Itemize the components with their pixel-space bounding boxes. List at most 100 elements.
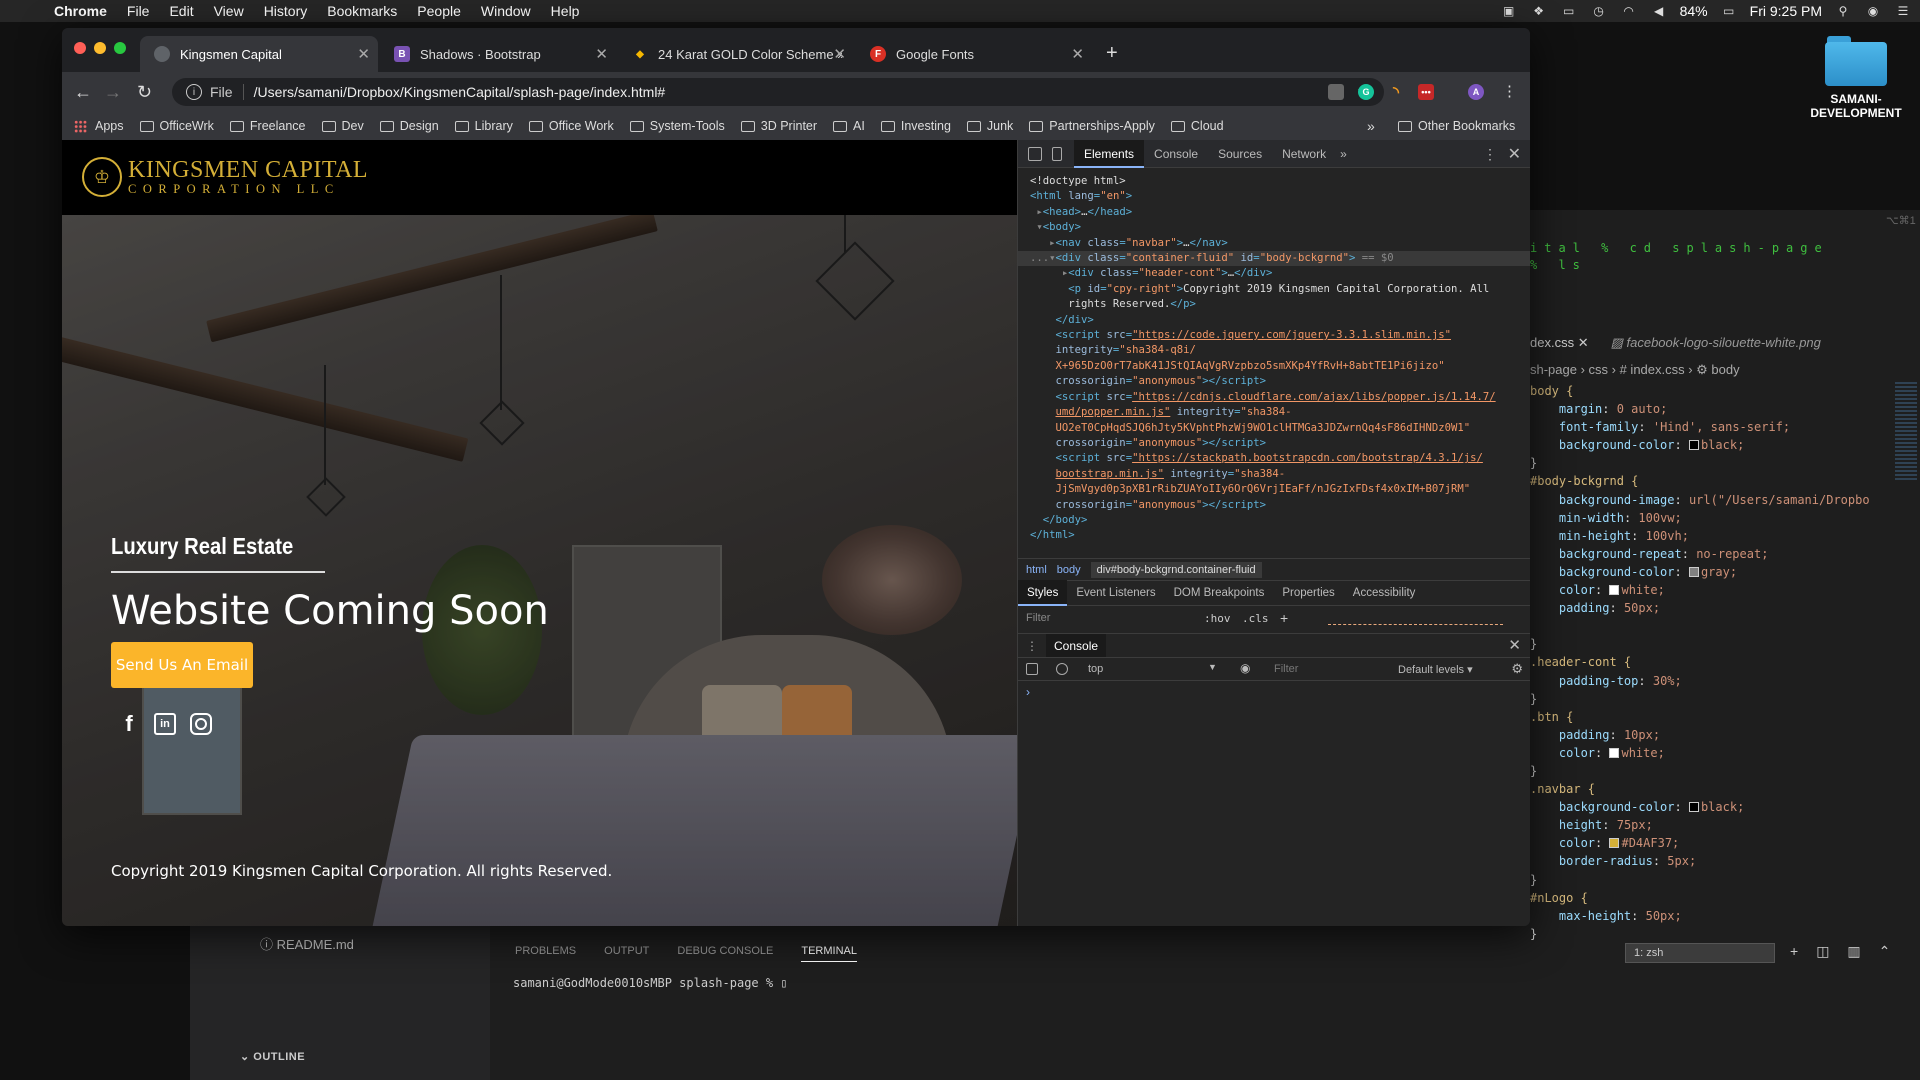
bookmark-folder[interactable]: System-Tools (629, 119, 725, 133)
tab-sources[interactable]: Sources (1208, 140, 1272, 168)
tab-accessibility[interactable]: Accessibility (1344, 580, 1425, 606)
bookmarks-overflow-icon[interactable]: » (1367, 118, 1375, 134)
close-tab-icon[interactable]: ✕ (833, 45, 846, 63)
log-levels-select[interactable]: Default levels ▾ (1398, 663, 1473, 676)
facebook-icon[interactable]: f (118, 711, 140, 736)
terminal-prompt[interactable]: samani@GodMode0010sMBP splash-page % ▯ (513, 976, 788, 990)
address-bar[interactable]: i File /Users/samani/Dropbox/KingsmenCap… (172, 78, 1384, 106)
bookmark-folder[interactable]: Office Work (528, 119, 614, 133)
new-terminal-icon[interactable]: + (1790, 943, 1798, 960)
tab-output[interactable]: OUTPUT (604, 945, 649, 962)
menu-file[interactable]: File (117, 0, 160, 22)
color-swatch[interactable] (1609, 747, 1620, 758)
close-tab-icon[interactable]: ✕ (595, 45, 608, 63)
color-swatch[interactable] (1688, 802, 1699, 813)
clock[interactable]: Fri 9:25 PM (1750, 3, 1822, 19)
more-tabs-icon[interactable]: » (1340, 147, 1347, 161)
tab-kingsmen[interactable]: Kingsmen Capital ✕ (140, 36, 378, 72)
chrome-menu-icon[interactable]: ⋮ (1502, 82, 1517, 102)
tab-debug-console[interactable]: DEBUG CONSOLE (677, 945, 773, 962)
file-readme[interactable]: ⓘ README.md (260, 934, 354, 953)
gear-icon[interactable]: ⚙ (1511, 661, 1523, 677)
menu-bookmarks[interactable]: Bookmarks (317, 0, 407, 22)
site-logo[interactable]: ♔ KINGSMEN CAPITAL CORPORATION LLC (82, 157, 368, 197)
extension-icon[interactable] (1328, 84, 1344, 100)
notification-center-icon[interactable]: ☰ (1894, 4, 1912, 18)
zoom-window-button[interactable] (114, 42, 126, 54)
send-email-button[interactable]: Send Us An Email (111, 642, 253, 688)
tab-google-fonts[interactable]: F Google Fonts ✕ (856, 36, 1092, 72)
bookmark-folder[interactable]: 3D Printer (740, 119, 817, 133)
menu-window[interactable]: Window (471, 0, 541, 22)
volume-icon[interactable]: ◀ (1650, 4, 1668, 18)
crumb-body[interactable]: body (1057, 564, 1081, 576)
forward-arrow-icon[interactable]: → (104, 82, 122, 102)
clear-console-icon[interactable] (1056, 663, 1068, 675)
minimize-window-button[interactable] (94, 42, 106, 54)
color-swatch[interactable] (1688, 566, 1699, 577)
trash-icon[interactable]: ▥ (1847, 943, 1860, 960)
close-tab-icon[interactable]: ✕ (357, 45, 370, 63)
hov-toggle[interactable]: :hov (1204, 612, 1231, 625)
menu-app-name[interactable]: Chrome (44, 0, 117, 22)
editor-tab-inactive[interactable]: ▨ facebook-logo-silouette-white.png (1611, 335, 1821, 351)
tab-network[interactable]: Network (1272, 140, 1336, 168)
airplay-icon[interactable]: ▭ (1560, 4, 1578, 18)
spotlight-search-icon[interactable]: ⚲ (1834, 4, 1852, 18)
back-arrow-icon[interactable]: ← (74, 82, 92, 102)
tab-event-listeners[interactable]: Event Listeners (1067, 580, 1164, 606)
tab-properties[interactable]: Properties (1273, 580, 1343, 606)
menu-history[interactable]: History (254, 0, 318, 22)
close-drawer-icon[interactable]: ✕ (1508, 636, 1521, 654)
lastpass-icon[interactable]: ••• (1418, 84, 1434, 100)
close-tab-icon[interactable]: ✕ (1071, 45, 1084, 63)
styles-filter-input[interactable]: Filter (1026, 612, 1050, 624)
rss-icon[interactable]: ◝ (1388, 84, 1404, 101)
outline-section[interactable]: ⌄ OUTLINE (240, 1050, 305, 1063)
close-window-button[interactable] (74, 42, 86, 54)
menu-help[interactable]: Help (541, 0, 590, 22)
console-filter-input[interactable]: Filter (1274, 663, 1298, 675)
close-devtools-icon[interactable]: ✕ (1508, 144, 1521, 164)
crumb-div[interactable]: div#body-bckgrnd.container-fluid (1090, 561, 1262, 578)
tab-elements[interactable]: Elements (1074, 139, 1145, 168)
drawer-menu-icon[interactable]: ⋮ (1026, 639, 1038, 653)
tab-problems[interactable]: PROBLEMS (515, 945, 576, 962)
status-app-icon[interactable]: ▣ (1500, 4, 1518, 18)
color-swatch[interactable] (1688, 440, 1699, 451)
device-toolbar-icon[interactable] (1052, 146, 1062, 161)
split-terminal-icon[interactable]: ◫ (1816, 943, 1829, 960)
css-code-editor[interactable]: body { margin: 0 auto; font-family: 'Hin… (1530, 382, 1890, 943)
grammarly-icon[interactable]: G (1358, 84, 1374, 100)
tab-terminal[interactable]: TERMINAL (801, 945, 857, 962)
bookmark-folder[interactable]: Design (379, 119, 439, 133)
wifi-icon[interactable]: ◠ (1620, 4, 1638, 18)
new-style-rule-icon[interactable]: + (1280, 610, 1288, 626)
chevron-up-icon[interactable]: ⌃ (1879, 943, 1891, 960)
battery-percent[interactable]: 84% (1680, 3, 1708, 19)
reload-icon[interactable]: ↻ (137, 82, 152, 102)
bookmark-folder[interactable]: Junk (966, 119, 1013, 133)
bookmark-folder[interactable]: Freelance (229, 119, 306, 133)
live-expression-icon[interactable]: ◉ (1240, 661, 1250, 675)
terminal-select[interactable]: 1: zsh (1625, 943, 1775, 963)
bookmark-folder[interactable]: Partnerships-Apply (1029, 119, 1155, 133)
context-select[interactable]: top (1088, 663, 1103, 675)
minimap[interactable] (1895, 382, 1917, 482)
info-icon[interactable]: i (186, 84, 202, 100)
editor-tab-active[interactable]: dex.css ✕ (1530, 335, 1589, 351)
editor-breadcrumb[interactable]: sh-page › css › # index.css › ⚙ body (1530, 362, 1740, 378)
tab-bootstrap-shadows[interactable]: B Shadows · Bootstrap ✕ (380, 36, 616, 72)
bookmark-folder[interactable]: AI (833, 119, 865, 133)
cls-toggle[interactable]: .cls (1242, 612, 1269, 625)
profile-avatar[interactable]: A (1468, 84, 1484, 100)
bookmark-folder[interactable]: OfficeWrk (139, 119, 214, 133)
bookmark-folder[interactable]: Dev (321, 119, 364, 133)
linkedin-icon[interactable]: in (154, 713, 176, 735)
user-avatar-icon[interactable]: ◉ (1864, 4, 1882, 18)
menu-view[interactable]: View (204, 0, 254, 22)
bookmark-folder[interactable]: Investing (880, 119, 951, 133)
devtools-menu-icon[interactable]: ⋮ (1483, 146, 1497, 163)
menu-edit[interactable]: Edit (159, 0, 203, 22)
sidebar-toggle-icon[interactable] (1026, 663, 1038, 675)
